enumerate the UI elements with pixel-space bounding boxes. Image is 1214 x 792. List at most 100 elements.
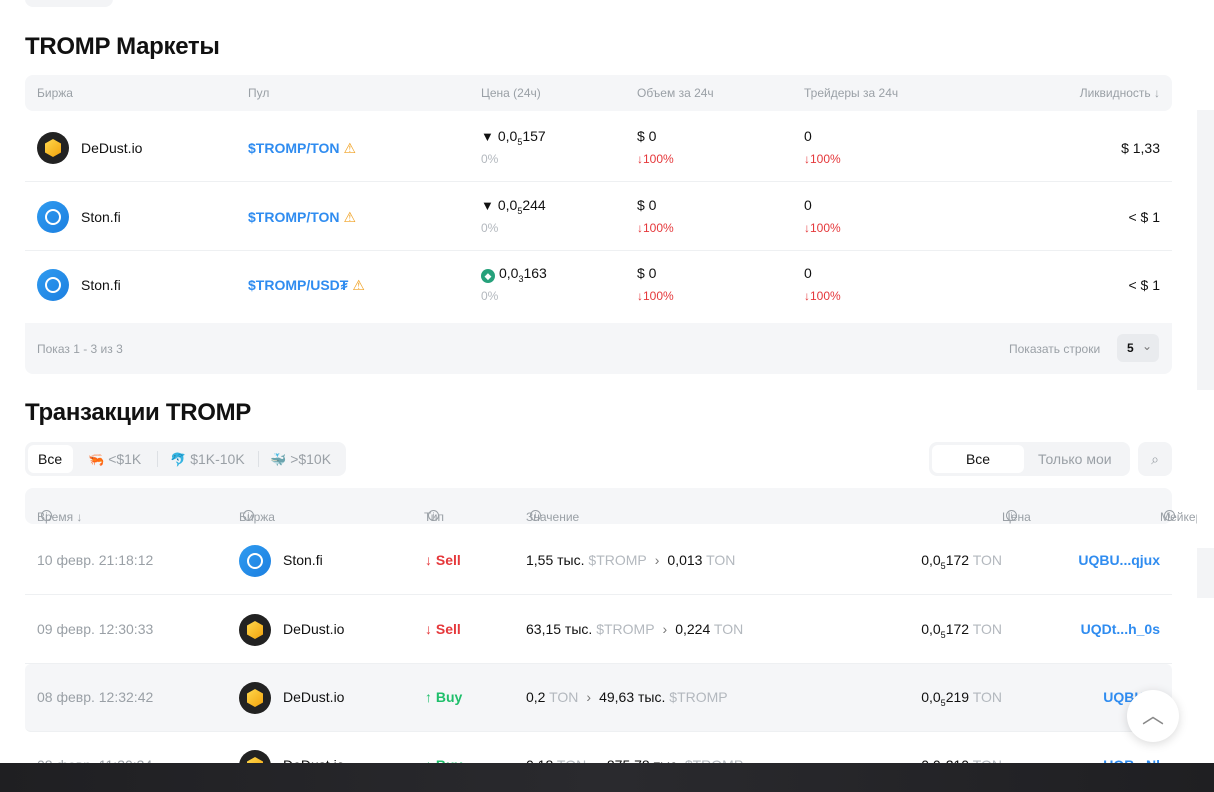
tx-price: 0,05172 TON (921, 552, 1002, 571)
dedust-logo-icon (37, 132, 69, 164)
traders-value: 0 (804, 197, 812, 213)
stonfi-logo-icon (239, 545, 271, 577)
rows-per-page-label: Показать строки (1009, 342, 1101, 356)
col-traders[interactable]: Трейдеры за 24ч (804, 86, 898, 100)
bottom-bar (0, 763, 1214, 792)
filter-mid[interactable]: 🐬 $1K-10K (170, 451, 245, 468)
divider (157, 451, 158, 467)
volume-value: $ 0 (637, 128, 657, 144)
tx-price: 0,05172 TON (921, 621, 1002, 640)
maker-link[interactable]: UQDt...h_0s (1081, 621, 1160, 637)
table-row[interactable]: 09 февр. 12:30:33 DeDust.io ↓ Sell 63,15… (25, 596, 1172, 664)
tx-time: 10 февр. 21:18:12 (37, 552, 154, 568)
volume-value: $ 0 (637, 197, 657, 213)
volume-value: $ 0 (637, 265, 657, 281)
tx-type: ↓ Sell (425, 552, 461, 568)
rows-per-page-select[interactable]: 5 ⌄ (1117, 334, 1159, 362)
usdt-icon: ◆ (481, 269, 495, 283)
col-volume[interactable]: Объем за 24ч (637, 86, 714, 100)
maker-link[interactable]: UQBU...qjux (1078, 552, 1160, 568)
market-price: ◆ 0,03163 (481, 265, 547, 284)
traders-change: ↓100% (804, 152, 841, 166)
info-icon: i (530, 510, 541, 521)
tx-type: ↓ Sell (425, 621, 461, 637)
markets-title: TROMP Маркеты (25, 33, 220, 60)
info-icon: i (428, 510, 439, 521)
filter-small[interactable]: 🦐 <$1K (88, 451, 141, 468)
info-icon: i (41, 510, 52, 521)
market-price: ▼ 0,05157 (481, 128, 546, 147)
arrow-down-icon: ↓ (425, 621, 436, 637)
table-row[interactable]: 10 февр. 21:18:12 Ston.fi ↓ Sell 1,55 ты… (25, 527, 1172, 595)
warning-icon: ⚠ (352, 277, 365, 293)
dedust-logo-icon (239, 682, 271, 714)
search-button[interactable]: ⌕ (1138, 442, 1172, 476)
search-icon: ⌕ (1151, 451, 1159, 467)
right-strip (1197, 0, 1214, 792)
divider (258, 451, 259, 467)
liquidity-value: < $ 1 (1128, 209, 1160, 225)
markets-table-header: Биржа Пул Цена (24ч) Объем за 24ч Трейде… (25, 75, 1172, 111)
shrimp-icon: 🦐 (88, 452, 105, 467)
tx-time: 08 февр. 12:32:42 (37, 689, 154, 705)
arrow-up-icon: ↑ (425, 689, 436, 705)
tx-type: ↑ Buy (425, 689, 463, 705)
tx-value: 1,55 тыс. $TROMP › 0,013 TON (526, 552, 736, 568)
traders-value: 0 (804, 265, 812, 281)
table-row[interactable]: 08 февр. 12:32:42 DeDust.io ↑ Buy 0,2 TO… (25, 664, 1172, 732)
warning-icon: ⚠ (343, 140, 357, 156)
chevron-right-icon: › (654, 552, 660, 568)
stonfi-logo-icon (37, 201, 69, 233)
market-row[interactable]: Ston.fi $TROMP/USD₮ ⚠ ◆ 0,03163 0% $ 0 ↓10… (25, 251, 1172, 319)
market-row[interactable]: Ston.fi $TROMP/TON ⚠ ▼ 0,05244 0% $ 0 ↓100… (25, 183, 1172, 251)
pool-link[interactable]: $TROMP/TON ⚠ (248, 140, 356, 157)
tx-exchange: DeDust.io (283, 689, 345, 705)
toggle-mine[interactable]: Только мои (1038, 451, 1112, 467)
exchange-name: DeDust.io (81, 140, 143, 156)
pager-showing: Показ 1 - 3 из 3 (37, 342, 123, 356)
volume-change: ↓100% (637, 289, 674, 303)
pool-link[interactable]: $TROMP/USD₮ ⚠ (248, 277, 365, 294)
chevron-up-icon: ︿ (1141, 703, 1164, 728)
owner-toggle: Все Только мои (929, 442, 1130, 476)
traders-change: ↓100% (804, 289, 841, 303)
page: TROMP Маркеты Биржа Пул Цена (24ч) Объем… (0, 0, 1214, 792)
chevron-right-icon: › (662, 621, 668, 637)
tx-exchange: Ston.fi (283, 552, 323, 568)
stonfi-logo-icon (37, 269, 69, 301)
arrow-down-icon: ↓ (425, 552, 436, 568)
toggle-all[interactable]: Все (932, 445, 1024, 473)
volume-change: ↓100% (637, 221, 674, 235)
top-pill[interactable] (25, 0, 113, 7)
info-icon: i (243, 510, 254, 521)
warning-icon: ⚠ (343, 209, 357, 225)
traders-change: ↓100% (804, 221, 841, 235)
chevron-down-icon: ⌄ (1142, 339, 1153, 353)
filter-large[interactable]: 🐳 >$10K (270, 451, 331, 468)
col-exchange: Биржа (37, 86, 73, 100)
liquidity-value: < $ 1 (1128, 277, 1160, 293)
price-change: 0% (481, 221, 499, 235)
col-price[interactable]: Цена (24ч) (481, 86, 541, 100)
tx-exchange: DeDust.io (283, 621, 345, 637)
pool-link[interactable]: $TROMP/TON ⚠ (248, 209, 356, 226)
right-strip-segment (1197, 110, 1214, 390)
tx-price: 0,05219 TON (921, 689, 1002, 708)
filter-all[interactable]: Все (28, 445, 73, 473)
exchange-name: Ston.fi (81, 277, 121, 293)
right-strip-segment (1197, 548, 1214, 598)
tx-value: 63,15 тыс. $TROMP › 0,224 TON (526, 621, 744, 637)
col-liquidity[interactable]: Ликвидность ↓ (1080, 86, 1160, 100)
traders-value: 0 (804, 128, 812, 144)
scroll-to-top-button[interactable]: ︿ (1127, 690, 1179, 742)
dedust-logo-icon (239, 614, 271, 646)
info-icon: i (1164, 510, 1175, 521)
exchange-name: Ston.fi (81, 209, 121, 225)
market-row[interactable]: DeDust.io $TROMP/TON ⚠ ▼ 0,05157 0% $ 0 ↓1… (25, 114, 1172, 182)
transactions-title: Транзакции TROMP (25, 399, 252, 426)
dolphin-icon: 🐬 (170, 452, 187, 467)
tx-time: 09 февр. 12:30:33 (37, 621, 154, 637)
col-pool: Пул (248, 86, 270, 100)
price-change: 0% (481, 152, 499, 166)
size-filter: Все 🦐 <$1K 🐬 $1K-10K 🐳 >$10K (25, 442, 346, 476)
